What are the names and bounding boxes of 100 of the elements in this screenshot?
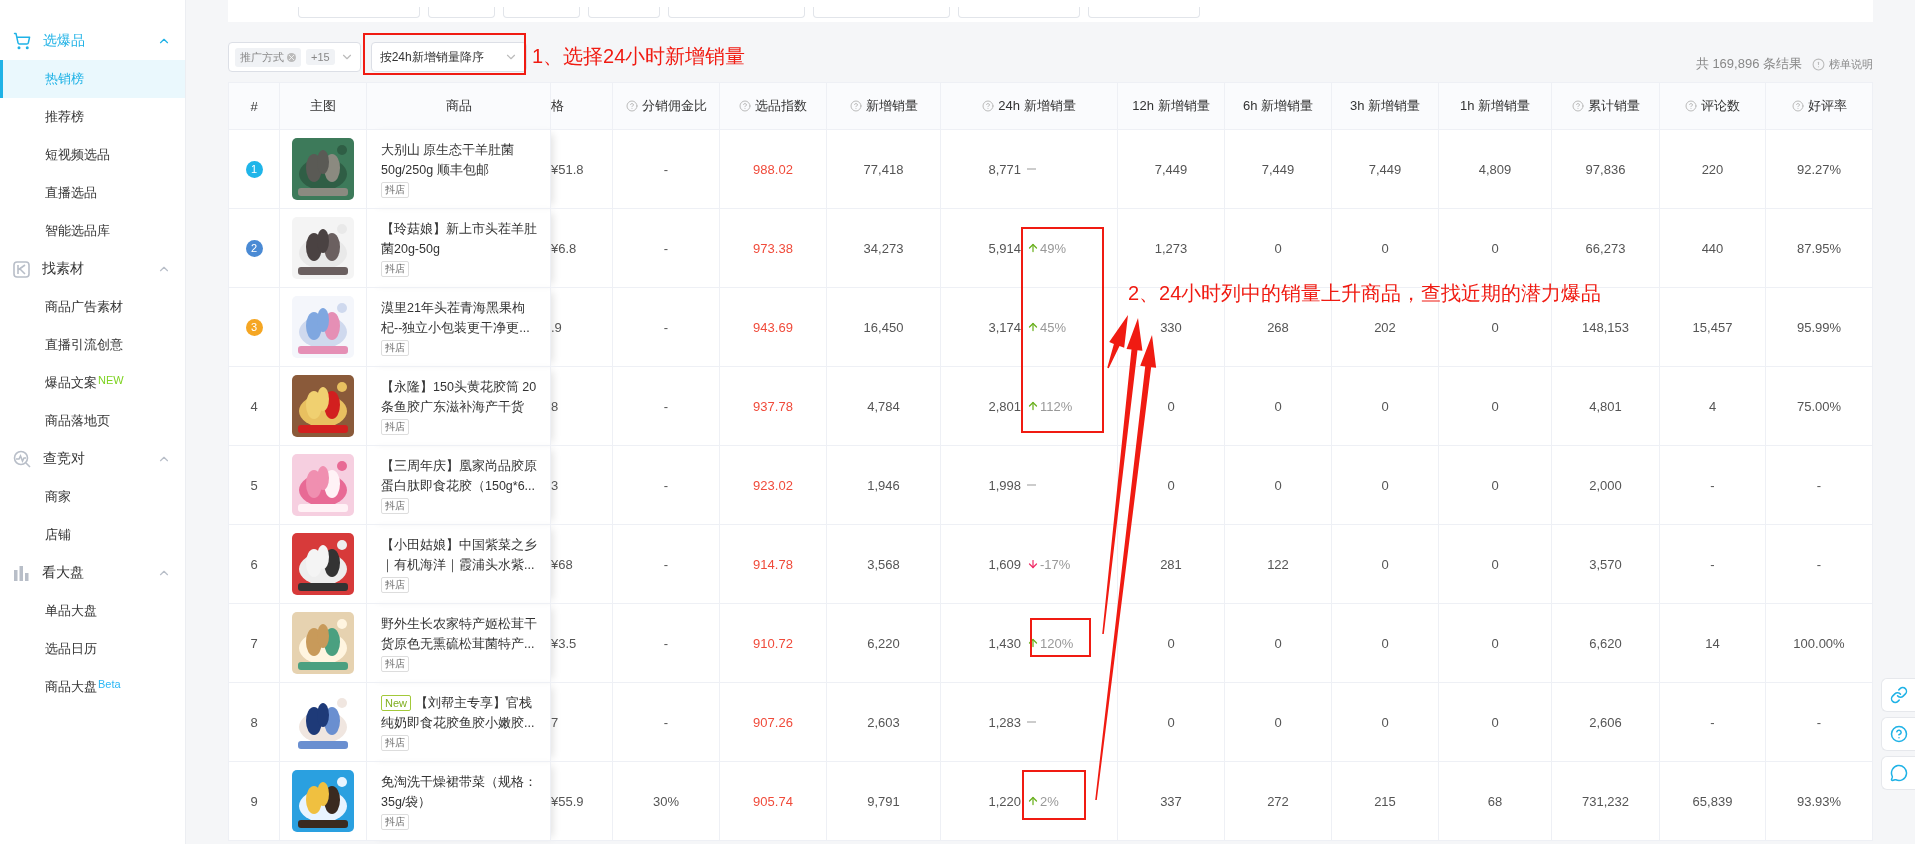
arrow-up-icon <box>1027 795 1039 807</box>
table-cell: 6,620 <box>1589 635 1622 651</box>
filter-field[interactable] <box>668 7 805 18</box>
table-cell: 268 <box>1267 319 1289 335</box>
table-cell-text: 8,771 <box>987 161 1021 177</box>
table-cell: - <box>663 477 669 493</box>
column-header: 好评率 <box>1765 82 1873 130</box>
column-header: 3h 新增销量 <box>1331 82 1439 130</box>
table-cell-text: 1,220 <box>987 793 1021 809</box>
sidebar-item[interactable]: 推荐榜 <box>0 98 185 136</box>
filter-field[interactable] <box>298 7 420 18</box>
sidebar-item-label: 店铺 <box>45 526 71 544</box>
table-cell: 77,418 <box>863 161 904 177</box>
table-cell: 100.00% <box>1793 635 1845 651</box>
table-cell: - <box>663 319 669 335</box>
sidebar-item[interactable]: 爆品文案$^{NEW}$ <box>0 364 185 402</box>
filter-field[interactable] <box>813 7 950 18</box>
sidebar-item[interactable]: 直播引流创意 <box>0 326 185 364</box>
filter-field[interactable] <box>588 7 660 18</box>
sidebar-item[interactable]: 店铺 <box>0 516 185 554</box>
rank-number: 6 <box>250 556 258 572</box>
table-cell: 6,220 <box>867 635 900 651</box>
product-title[interactable]: 【玲菇娘】新上市头茬羊肚菌20g-50g <box>381 219 540 259</box>
filter-field[interactable] <box>428 7 495 18</box>
table-cell: 4,809 <box>1478 161 1512 177</box>
product-title[interactable]: 【永隆】150头黄花胶筒 20条鱼胶广东滋补海产干货 <box>381 377 540 417</box>
product-title[interactable]: New 【刘帮主专享】官栈纯奶即食花胶鱼胶小嫩胶... <box>381 693 540 733</box>
sidebar-item[interactable]: 智能选品库 <box>0 212 185 250</box>
sidebar-item-label: 热销榜 <box>45 70 84 88</box>
highlight-frame <box>1022 770 1086 820</box>
table-cell: 97,836 <box>1585 161 1626 177</box>
price-cell: 7 <box>551 714 559 730</box>
table-cell: 4,801 <box>1589 398 1622 414</box>
arrow-down-icon <box>1027 558 1039 570</box>
column-header: 12h 新增销量 <box>1117 82 1225 130</box>
shop-tag: 抖店 <box>381 577 409 593</box>
no-change-dash <box>1027 168 1036 170</box>
trend-change: 45% <box>1027 319 1067 335</box>
table-cell: 0 <box>1381 477 1389 493</box>
filter-field[interactable] <box>503 7 580 18</box>
help-icon[interactable] <box>739 100 751 112</box>
arrow-up-icon <box>1027 637 1039 649</box>
chat-icon <box>1890 764 1908 782</box>
table-cell: 30% <box>653 793 679 809</box>
table-cell: 330 <box>1160 319 1182 335</box>
table-cell: 337 <box>1160 793 1182 809</box>
table-cell: - <box>1816 714 1822 730</box>
help-icon[interactable] <box>625 100 638 112</box>
link-button[interactable] <box>1881 678 1915 712</box>
table-cell: 440 <box>1701 240 1724 256</box>
product-title[interactable]: 【三周年庆】凰家尚品胶原蛋白肽即食花胶（150g*6... <box>381 456 540 496</box>
arrow-up-icon <box>1027 321 1039 333</box>
product-title[interactable]: 免淘洗干燥裙带菜（规格：35g/袋） <box>381 772 540 812</box>
help-icon[interactable] <box>849 100 862 112</box>
table-cell: 87.95% <box>1796 240 1842 256</box>
index-score: 937.78 <box>753 398 793 414</box>
table-cell: 0 <box>1491 398 1499 414</box>
table-cell: 0 <box>1381 714 1389 730</box>
table-cell: 0 <box>1491 635 1499 651</box>
sidebar-item[interactable]: 单品大盘 <box>0 592 185 630</box>
sidebar-group[interactable]: 查竞对 <box>0 440 185 478</box>
help-icon[interactable] <box>982 100 995 112</box>
close-icon[interactable] <box>287 52 296 62</box>
column-header: 24h 新增销量 <box>940 82 1118 130</box>
chat-button[interactable] <box>1881 756 1915 790</box>
sort-select[interactable]: 按24h新增销量降序 <box>370 42 527 72</box>
table-cell: 0 <box>1167 635 1175 651</box>
rank-badge: 2 <box>245 239 263 257</box>
product-title[interactable]: 漠里21年头茬青海黑果枸杞--独立小包装更干净更... <box>381 298 540 338</box>
product-title[interactable]: 【小田姑娘】中国紫菜之乡｜有机海洋｜霞浦头水紫... <box>381 535 540 575</box>
help-icon[interactable] <box>1571 100 1584 112</box>
shop-tag: 抖店 <box>381 419 409 435</box>
product-title[interactable]: 野外生长农家特产姬松茸干货原色无熏硫松茸菌特产... <box>381 614 540 654</box>
sidebar-item[interactable]: 商品落地页 <box>0 402 185 440</box>
product-title[interactable]: 大别山 原生态干羊肚菌 50g/250g 顺丰包邮 <box>381 140 540 180</box>
filter-field[interactable] <box>958 7 1080 18</box>
help-icon[interactable] <box>1791 100 1804 112</box>
sidebar-group[interactable]: 找素材 <box>0 250 185 288</box>
more-tags-count: +15 <box>306 49 335 65</box>
sidebar-group[interactable]: 看大盘 <box>0 554 185 592</box>
filter-field[interactable] <box>1088 7 1200 18</box>
sidebar-item[interactable]: 选品日历 <box>0 630 185 668</box>
price-cell: ¥51.8 <box>551 161 584 177</box>
column-header: 评论数 <box>1659 82 1766 130</box>
table-cell-text: 1,609 <box>987 556 1021 572</box>
sidebar-item[interactable]: 商品广告素材 <box>0 288 185 326</box>
sidebar-item-label: 商品大盘 <box>45 678 97 696</box>
help-button[interactable] <box>1881 717 1915 751</box>
help-link[interactable]: 榜单说明 <box>1812 56 1873 72</box>
sidebar-item-label: 选品日历 <box>45 640 97 658</box>
table-cell: 0 <box>1491 477 1499 493</box>
sidebar-item[interactable]: 短视频选品 <box>0 136 185 174</box>
help-icon[interactable] <box>1685 100 1697 112</box>
sidebar-item[interactable]: 商品大盘$^{Beta}$ <box>0 668 185 706</box>
table-cell: 1,946 <box>867 477 900 493</box>
table-cell: - <box>663 556 669 572</box>
sidebar-item[interactable]: 商家 <box>0 478 185 516</box>
sidebar-item[interactable]: 直播选品 <box>0 174 185 212</box>
table-cell-text: 3,174 <box>987 319 1021 335</box>
table-cell: 75.00% <box>1796 398 1842 414</box>
